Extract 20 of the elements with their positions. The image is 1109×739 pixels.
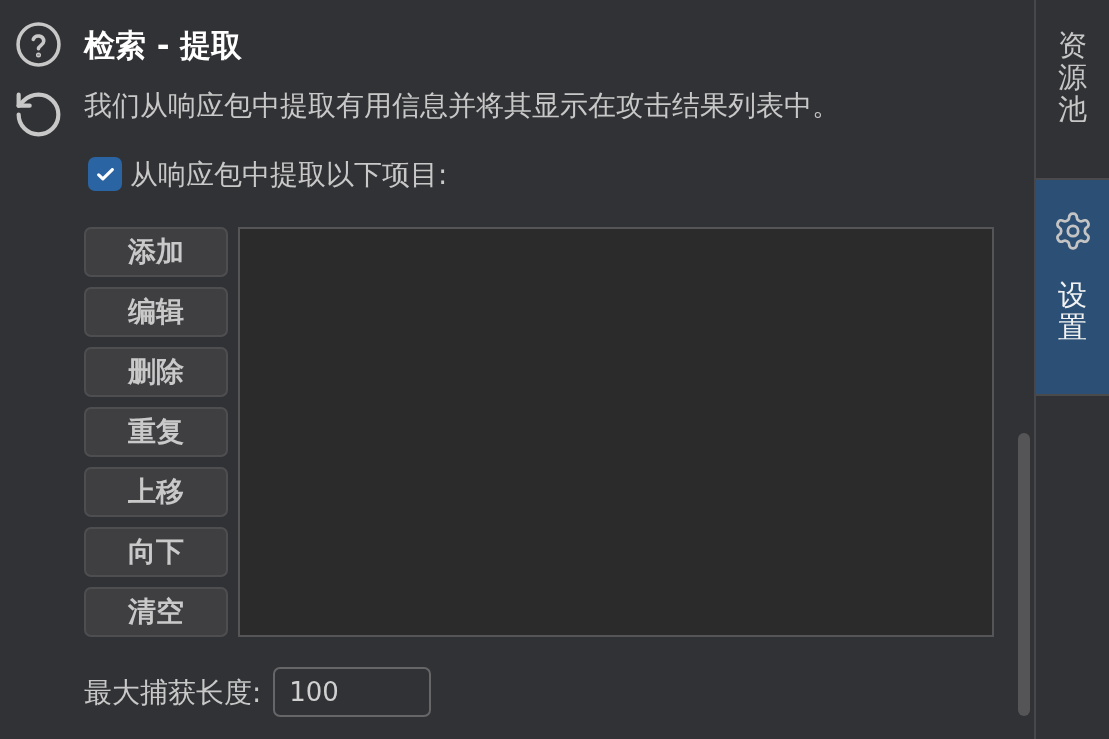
move-up-button[interactable]: 上移 xyxy=(84,467,228,517)
duplicate-button[interactable]: 重复 xyxy=(84,407,228,457)
move-down-button[interactable]: 向下 xyxy=(84,527,228,577)
checkbox[interactable] xyxy=(88,157,122,191)
sidebar-tab[interactable]: 资源池 xyxy=(1036,0,1109,178)
section-title: 检索 - 提取 xyxy=(84,25,243,65)
sidebar-tab[interactable]: 设置 xyxy=(1036,180,1109,394)
checkbox-label: 从响应包中提取以下项目: xyxy=(130,157,448,191)
max-capture-length-input[interactable]: 100 xyxy=(273,667,432,717)
help-icon[interactable] xyxy=(16,22,61,67)
settings-icon xyxy=(1053,212,1092,250)
section-description: 我们从响应包中提取有用信息并将其显示在攻击结果列表中。 xyxy=(84,89,840,121)
remove-button[interactable]: 删除 xyxy=(84,347,228,397)
max-capture-length-label: 最大捕获长度: xyxy=(84,675,262,709)
add-button[interactable]: 添加 xyxy=(84,227,228,277)
clear-button[interactable]: 清空 xyxy=(84,587,228,637)
scrollbar-thumb[interactable] xyxy=(1018,433,1030,716)
edit-button[interactable]: 编辑 xyxy=(84,287,228,337)
checkmark-icon xyxy=(96,167,114,181)
reset-icon[interactable] xyxy=(16,92,61,137)
